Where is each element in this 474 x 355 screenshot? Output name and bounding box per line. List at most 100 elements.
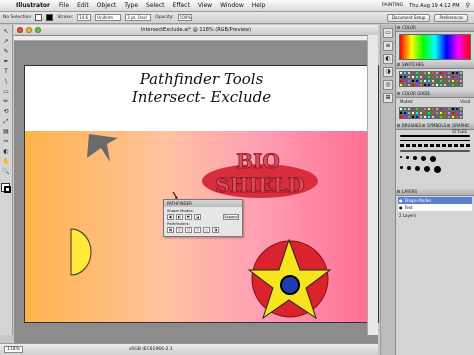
app-menu[interactable]: Illustrator [16, 2, 50, 9]
pen-tool-icon[interactable]: ✒ [2, 58, 11, 66]
arrow-shape[interactable] [87, 134, 118, 162]
color-spectrum[interactable] [399, 34, 471, 60]
selection-tool-icon[interactable]: ↖ [2, 28, 11, 36]
vivid-label: Vivid [460, 99, 470, 104]
menu-edit[interactable]: Edit [77, 2, 89, 9]
menu-view[interactable]: View [198, 2, 212, 9]
artwork: BIO SHIELD [70, 134, 332, 320]
eye-icon[interactable]: ● [399, 205, 403, 210]
workspace-switcher[interactable]: PAINTING [382, 3, 403, 8]
appearance-panel-icon[interactable]: ◎ [383, 80, 393, 90]
selection-label: No Selection [3, 15, 32, 20]
artboards-panel-icon[interactable]: ▭ [383, 28, 393, 38]
pencil-tool-icon[interactable]: ✏ [2, 98, 11, 106]
rectangle-tool-icon[interactable]: ▭ [2, 88, 11, 96]
stroke-panel-icon[interactable]: ≡ [383, 41, 393, 51]
swatches-grid[interactable] [396, 69, 474, 89]
intersect-icon[interactable]: ◩ [185, 214, 192, 220]
brush-profile-dropdown[interactable]: 3 pt. Oval [125, 14, 152, 21]
document-setup-button[interactable]: Document Setup [386, 13, 431, 22]
layer-name: Shape Modes [404, 198, 432, 203]
stroke-style-dropdown[interactable]: Uniform [95, 14, 122, 21]
panel-dock: ▭ ≡ ◐ ◑ ◎ ⊞ [380, 25, 395, 355]
menu-window[interactable]: Window [220, 2, 244, 9]
layer-count: 2 Layers [399, 213, 417, 218]
gradient-tool-icon[interactable]: ◐ [2, 148, 11, 156]
control-bar: No Selection Stroke: 14.6 Uniform 3 pt. … [0, 12, 474, 24]
layer-row[interactable]: ● Text [398, 204, 472, 211]
menu-select[interactable]: Select [146, 2, 165, 9]
scale-tool-icon[interactable]: ⤢ [2, 118, 11, 126]
divide-icon[interactable]: ▦ [167, 227, 174, 233]
minus-front-icon[interactable]: ◧ [176, 214, 183, 220]
rotate-tool-icon[interactable]: ⟲ [2, 108, 11, 116]
align-panel-icon[interactable]: ⊞ [383, 93, 393, 103]
color-guide-grid[interactable] [396, 105, 474, 121]
menu-bar: Illustrator File Edit Object Type Select… [0, 0, 474, 12]
opacity-field[interactable]: 100% [177, 14, 192, 21]
layer-row[interactable]: ● Shape Modes [398, 197, 472, 204]
menu-file[interactable]: File [59, 2, 69, 9]
crop-icon[interactable]: ◳ [194, 227, 201, 233]
direct-selection-tool-icon[interactable]: ↗ [2, 38, 11, 46]
half-circle-shape[interactable] [70, 228, 92, 276]
muted-label: Muted [400, 99, 413, 104]
spotlight-icon[interactable]: ⚲ [466, 2, 470, 9]
line-tool-icon[interactable]: \ [2, 78, 11, 86]
symbols-panel-header[interactable]: SYMBOLS [421, 123, 447, 130]
outline-icon[interactable]: ◻ [203, 227, 210, 233]
toolbox: ↖ ↗ ✎ ✒ T \ ▭ ✏ ⟲ ⤢ ▤ ✂ ◐ ✋ 🔍 [0, 25, 13, 335]
pathfinders-label: Pathfinders: [167, 221, 190, 226]
zoom-tool-icon[interactable]: 🔍 [2, 168, 11, 176]
document-window: IntersectExclude.ai* @ 118% (RGB/Preview… [14, 25, 379, 343]
pathfinder-panel: PATHFINDER Shape Modes: ▣ ◧ ◩ ◪ Expand P… [163, 199, 243, 237]
trim-icon[interactable]: ◫ [176, 227, 183, 233]
document-titlebar: IntersectExclude.ai* @ 118% (RGB/Preview… [14, 25, 378, 36]
brushes-panel-header[interactable]: BRUSHES [396, 123, 422, 130]
scissors-tool-icon[interactable]: ✂ [2, 138, 11, 146]
opacity-label: Opacity: [155, 15, 174, 20]
exclude-icon[interactable]: ◪ [194, 214, 201, 220]
expand-button[interactable]: Expand [223, 214, 239, 220]
stroke-swatch[interactable] [46, 14, 54, 21]
blue-dot-shape[interactable] [280, 275, 300, 295]
stroke-weight-field[interactable]: 14.6 [77, 14, 92, 21]
preferences-button[interactable]: Preferences [434, 13, 468, 22]
vertical-scrollbar[interactable] [367, 35, 378, 335]
menu-type[interactable]: Type [124, 2, 138, 9]
minus-back-icon[interactable]: ◨ [212, 227, 219, 233]
clock: Thu Aug 19 4:12 PM [409, 2, 460, 9]
fill-swatch[interactable] [35, 14, 43, 21]
layers-panel-header[interactable]: LAYERS [396, 189, 474, 196]
stroke-label: Stroke: [57, 15, 74, 20]
banner-text-shield: SHIELD [215, 173, 304, 197]
unite-icon[interactable]: ▣ [167, 214, 174, 220]
gradient-panel-icon[interactable]: ◐ [383, 54, 393, 64]
color-panel-header[interactable]: COLOR [396, 25, 474, 32]
graph-tool-icon[interactable]: ▤ [2, 128, 11, 136]
eye-icon[interactable]: ● [399, 198, 403, 203]
swatches-panel-header[interactable]: SWATCHES [396, 62, 474, 69]
swatch-cell[interactable] [459, 115, 463, 119]
artboard[interactable]: Pathfinder Tools Intersect- Exclude BIO … [24, 65, 379, 323]
banner-text-bio: BIO [236, 149, 280, 173]
transparency-panel-icon[interactable]: ◑ [383, 67, 393, 77]
menu-help[interactable]: Help [252, 2, 266, 9]
type-tool-icon[interactable]: T [2, 68, 11, 76]
color-guide-panel-header[interactable]: COLOR GUIDE [396, 91, 474, 98]
merge-icon[interactable]: ◰ [185, 227, 192, 233]
swatch-cell[interactable] [459, 83, 463, 87]
graphic-styles-panel-header[interactable]: GRAPHIC STYLES [446, 123, 474, 134]
zoom-field[interactable]: 118% [4, 346, 23, 353]
fill-stroke-indicator[interactable] [1, 183, 11, 193]
brush-strokes[interactable] [396, 130, 474, 175]
status-text: sRGB IEC61966-2.1 [128, 347, 173, 352]
hand-tool-icon[interactable]: ✋ [2, 158, 11, 166]
menu-effect[interactable]: Effect [173, 2, 190, 9]
pathfinder-tab[interactable]: PATHFINDER [164, 200, 242, 207]
ruler-horizontal [14, 36, 378, 41]
cursor-icon [172, 191, 178, 199]
menu-object[interactable]: Object [97, 2, 117, 9]
layers-list: ● Shape Modes ● Text [398, 197, 472, 211]
magic-wand-tool-icon[interactable]: ✎ [2, 48, 11, 56]
